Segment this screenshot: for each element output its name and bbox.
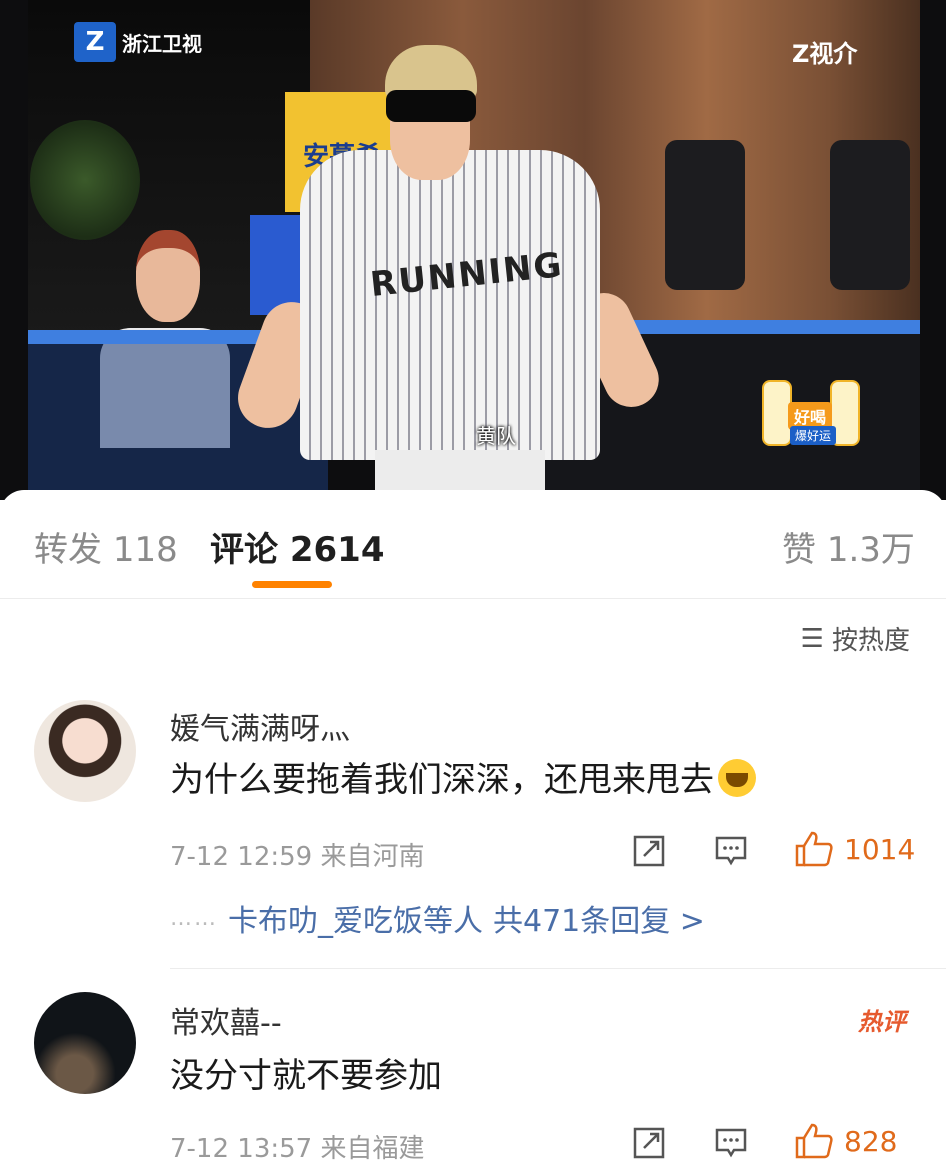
tab-bar: 转发 118 评论 2614 赞 1.3万 [0, 490, 946, 599]
share-button[interactable] [632, 1126, 666, 1164]
reply-button[interactable] [714, 1126, 748, 1164]
comment-icon [715, 1128, 747, 1158]
video-player[interactable]: 安慕希 RUNNING Z 浙江卫视 Z视介 黄队 好喝 爆好运 [0, 0, 946, 500]
comment-meta: 7-12 13:57 来自福建 [170, 1134, 425, 1164]
stage-lamp [665, 140, 745, 290]
divider [170, 968, 946, 969]
share-icon [633, 1127, 665, 1159]
thumbs-up-icon [795, 831, 833, 867]
sort-icon: ☰ [800, 623, 824, 654]
comment-username[interactable]: 媛气满满呀灬 [170, 704, 350, 748]
thumbs-up-icon [795, 1123, 833, 1159]
share-button[interactable] [632, 834, 666, 872]
tab-reposts[interactable]: 转发 118 [34, 522, 178, 571]
blindfolded-player: RUNNING [229, 40, 668, 500]
comment-meta: 7-12 12:59 来自河南 [170, 842, 425, 872]
replies-link[interactable]: …… 卡布叻_爱吃饭等人 共471条回复 > [170, 896, 705, 940]
comment-text: 为什么要拖着我们深深，还甩来甩去 [170, 752, 756, 801]
dots-icon: …… [170, 905, 218, 931]
like-count: 828 [844, 1124, 898, 1158]
tab-likes[interactable]: 赞 1.3万 [782, 522, 915, 571]
video-subtitle: 黄队 [476, 424, 516, 448]
comments-panel: 转发 118 评论 2614 赞 1.3万 ☰ 按热度 媛气满满呀灬 为什么要拖… [0, 490, 946, 1164]
comment-text: 没分寸就不要参加 [170, 1056, 442, 1096]
zhejiang-tv-icon: Z [74, 22, 116, 62]
avatar[interactable] [34, 700, 136, 802]
ad-overlay: 好喝 爆好运 [748, 380, 860, 446]
like-button[interactable]: 1014 [794, 830, 915, 868]
crying-face-icon [718, 759, 756, 797]
comment-username[interactable]: 常欢囍-- [170, 998, 282, 1042]
comment-icon [715, 836, 747, 866]
share-icon [633, 835, 665, 867]
sort-button[interactable]: ☰ 按热度 [801, 620, 910, 657]
channel-logo: Z 浙江卫视 [74, 22, 202, 62]
avatar[interactable] [34, 992, 136, 1094]
tab-comments[interactable]: 评论 2614 [210, 522, 384, 571]
stage-lamp [830, 140, 910, 290]
like-count: 1014 [844, 832, 916, 866]
video-plant [30, 120, 140, 240]
like-button[interactable]: 828 [794, 1122, 897, 1160]
reply-button[interactable] [714, 834, 748, 872]
corner-logo: Z视介 [792, 40, 858, 68]
hot-comment-badge: 热评 [858, 1008, 906, 1036]
tab-active-indicator [252, 581, 332, 588]
